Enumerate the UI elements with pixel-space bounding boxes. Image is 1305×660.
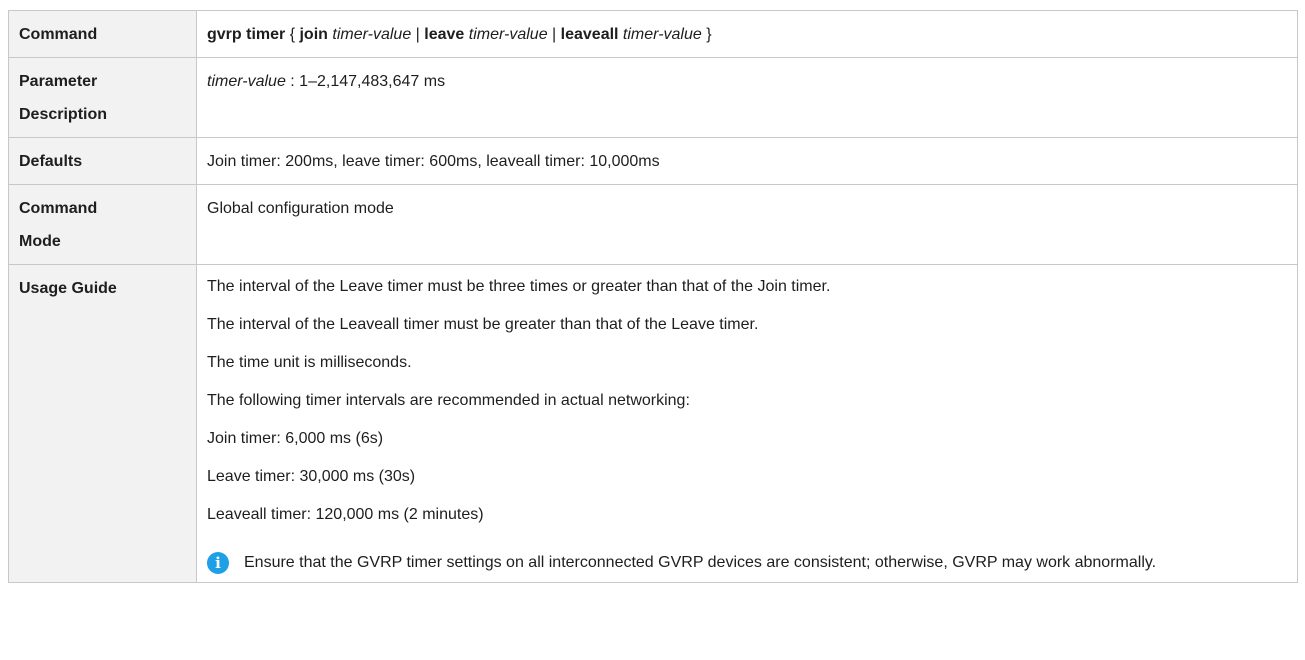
parameter-row: Parameter Description timer-value : 1–2,…	[8, 57, 1298, 138]
command-reference-table: Command gvrp timer { join timer-value | …	[8, 10, 1298, 583]
syntax-keyword: gvrp timer	[207, 26, 286, 43]
usage-line: The time unit is milliseconds.	[207, 354, 412, 371]
parameter-label-line1: Parameter	[19, 73, 98, 90]
syntax-separator: |	[415, 26, 425, 43]
usage-line: Join timer: 6,000 ms (6s)	[207, 430, 384, 447]
parameter-desc: : 1–2,147,483,647 ms	[285, 73, 446, 90]
command-mode-value: Global configuration mode	[196, 184, 1298, 265]
command-row: Command gvrp timer { join timer-value | …	[8, 10, 1298, 58]
parameter-label: Parameter Description	[8, 57, 197, 138]
syntax-leaveall-keyword: leaveall	[560, 26, 619, 43]
command-mode-label-line2: Mode	[19, 233, 61, 250]
syntax-close-brace: }	[706, 26, 712, 43]
command-mode-label: Command Mode	[8, 184, 197, 265]
info-icon: i	[207, 552, 229, 574]
usage-guide-label: Usage Guide	[8, 264, 197, 583]
defaults-label: Defaults	[8, 137, 197, 185]
defaults-row: Defaults Join timer: 200ms, leave timer:…	[8, 137, 1298, 185]
syntax-join-arg: timer-value	[327, 26, 416, 43]
syntax-separator: |	[552, 26, 561, 43]
syntax-leave-keyword: leave	[424, 26, 465, 43]
usage-line: The interval of the Leave timer must be …	[207, 278, 831, 295]
syntax-leaveall-arg: timer-value	[618, 26, 707, 43]
command-mode-label-line1: Command	[19, 200, 98, 217]
defaults-value: Join timer: 200ms, leave timer: 600ms, l…	[196, 137, 1298, 185]
syntax-open-brace: {	[285, 26, 300, 43]
note-text: Ensure that the GVRP timer settings on a…	[244, 554, 1157, 571]
note-block: i Ensure that the GVRP timer settings on…	[207, 544, 1287, 582]
usage-line: Leaveall timer: 120,000 ms (2 minutes)	[207, 506, 484, 523]
syntax-leave-arg: timer-value	[464, 26, 553, 43]
parameter-label-line2: Description	[19, 106, 108, 123]
command-syntax: gvrp timer { join timer-value | leave ti…	[196, 10, 1298, 58]
parameter-name: timer-value	[207, 73, 286, 90]
parameter-value: timer-value : 1–2,147,483,647 ms	[196, 57, 1298, 138]
usage-guide-row: Usage Guide The interval of the Leave ti…	[8, 264, 1298, 583]
syntax-join-keyword: join	[299, 26, 328, 43]
usage-line: Leave timer: 30,000 ms (30s)	[207, 468, 416, 485]
usage-guide-content: The interval of the Leave timer must be …	[196, 264, 1298, 583]
usage-line: The interval of the Leaveall timer must …	[207, 316, 759, 333]
command-mode-row: Command Mode Global configuration mode	[8, 184, 1298, 265]
command-label: Command	[8, 10, 197, 58]
usage-line: The following timer intervals are recomm…	[207, 392, 690, 409]
